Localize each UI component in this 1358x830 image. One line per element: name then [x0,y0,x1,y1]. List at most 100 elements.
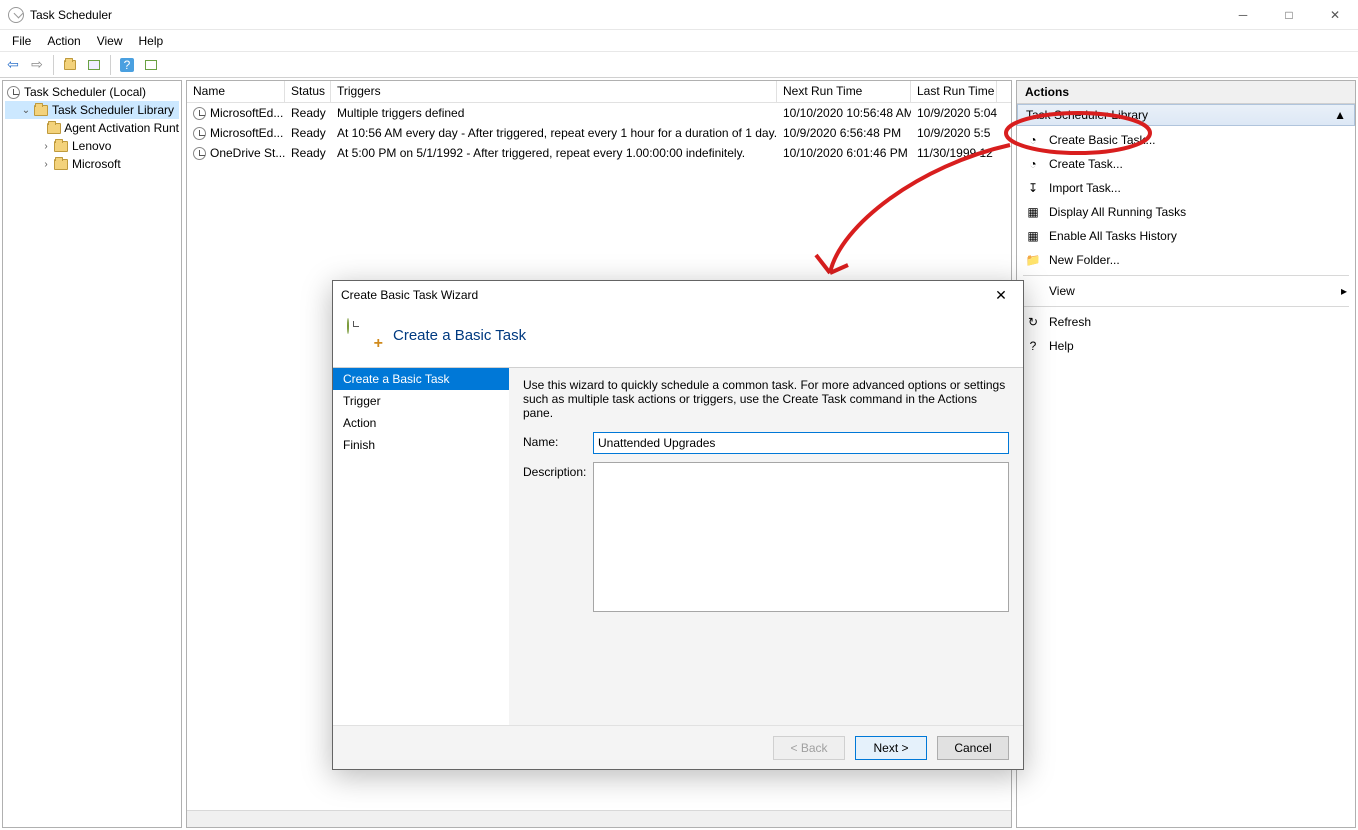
task-triggers: At 5:00 PM on 5/1/1992 - After triggered… [331,144,777,162]
action-enable-all-tasks-history[interactable]: ▦Enable All Tasks History [1017,224,1355,248]
col-last-run[interactable]: Last Run Time [911,81,997,102]
action-icon: 📁 [1025,252,1041,268]
tree-library-label: Task Scheduler Library [52,103,174,117]
collapse-icon[interactable]: ⌄ [19,105,33,116]
action-label: Create Task... [1049,157,1123,171]
action-label: Display All Running Tasks [1049,205,1186,219]
col-triggers[interactable]: Triggers [331,81,777,102]
action-label: Import Task... [1049,181,1121,195]
menubar: File Action View Help [0,30,1358,52]
action-create-task[interactable]: ◔ Create Task... [1017,152,1355,176]
titlebar: Task Scheduler ─ □ ✕ [0,0,1358,30]
cancel-button[interactable]: Cancel [937,736,1009,760]
tree-child-1[interactable]: › Lenovo [5,137,179,155]
action-icon: ▦ [1025,228,1041,244]
col-next-run[interactable]: Next Run Time [777,81,911,102]
back-button[interactable]: ⇦ [2,54,24,76]
menu-view[interactable]: View [89,32,131,50]
action-icon: ◔ [1025,132,1041,148]
tree-root[interactable]: Task Scheduler (Local) [5,83,179,101]
tree-child-label: Agent Activation Runt [64,121,179,135]
toolbar-btn-3[interactable] [140,54,162,76]
menu-help[interactable]: Help [131,32,172,50]
actions-list: ◔ Create Basic Task... ◔ Create Task... ↧ Imp… [1017,126,1355,360]
description-label: Description: [523,462,593,612]
expand-icon[interactable]: › [39,141,53,152]
step-action[interactable]: Action [333,412,509,434]
dialog-buttons: < Back Next > Cancel [333,725,1023,769]
action-display-all-running-tasks[interactable]: ▦ Display All Running Tasks [1017,200,1355,224]
step-finish[interactable]: Finish [333,434,509,456]
task-name: OneDrive St... [210,146,285,160]
tree-root-label: Task Scheduler (Local) [24,85,146,99]
action-label: View [1049,284,1075,298]
step-create[interactable]: Create a Basic Task [333,368,509,390]
folder-icon [53,138,69,154]
step-trigger[interactable]: Trigger [333,390,509,412]
tree-child-label: Microsoft [72,157,121,171]
tree-pane: Task Scheduler (Local) ⌄ Task Scheduler … [2,80,182,828]
task-row[interactable]: MicrosoftEd...ReadyMultiple triggers def… [187,103,1011,123]
horizontal-scrollbar[interactable] [187,810,1011,827]
task-next-run: 10/9/2020 6:56:48 PM [777,124,911,142]
col-status[interactable]: Status [285,81,331,102]
next-button[interactable]: Next > [855,736,927,760]
task-triggers: At 10:56 AM every day - After triggered,… [331,124,777,142]
task-name: MicrosoftEd... [210,106,283,120]
description-input[interactable] [593,462,1009,612]
menu-action[interactable]: Action [39,32,88,50]
task-row[interactable]: OneDrive St...ReadyAt 5:00 PM on 5/1/199… [187,143,1011,163]
action-create-basic-task[interactable]: ◔ Create Basic Task... [1017,128,1355,152]
toolbar: ⇦ ⇨ ? [0,52,1358,78]
collapse-icon: ▲ [1334,108,1346,122]
name-label: Name: [523,432,593,454]
task-icon [193,147,206,160]
action-import-task[interactable]: ↧ Import Task... [1017,176,1355,200]
folder-icon [47,120,61,136]
minimize-button[interactable]: ─ [1220,0,1266,30]
close-button[interactable]: ✕ [1312,0,1358,30]
menu-file[interactable]: File [4,32,39,50]
tree-library[interactable]: ⌄ Task Scheduler Library [5,101,179,119]
action-refresh[interactable]: ↻Refresh [1017,310,1355,334]
name-input[interactable] [593,432,1009,454]
action-icon: ▦ [1025,204,1041,220]
action-icon [1025,283,1041,299]
window-title: Task Scheduler [30,8,112,22]
task-row[interactable]: MicrosoftEd...ReadyAt 10:56 AM every day… [187,123,1011,143]
wizard-intro: Use this wizard to quickly schedule a co… [523,378,1009,420]
task-next-run: 10/10/2020 6:01:46 PM [777,144,911,162]
action-view[interactable]: View▸ [1017,279,1355,303]
expand-icon[interactable]: › [39,159,53,170]
back-button: < Back [773,736,845,760]
action-icon: ◔ [1025,156,1041,172]
dialog-header: Create a Basic Task [333,309,1023,367]
forward-button[interactable]: ⇨ [26,54,48,76]
action-icon: ↧ [1025,180,1041,196]
tree-child-0[interactable]: Agent Activation Runt [5,119,179,137]
col-name[interactable]: Name [187,81,285,102]
action-help[interactable]: ? Help [1017,334,1355,358]
action-icon: ? [1025,338,1041,354]
dialog-close-button[interactable]: ✕ [987,283,1015,307]
app-icon [8,7,24,23]
actions-section-label: Task Scheduler Library [1026,108,1148,122]
action-label: Create Basic Task... [1049,133,1156,147]
action-new-folder[interactable]: 📁New Folder... [1017,248,1355,272]
dialog-title: Create Basic Task Wizard [341,288,478,302]
task-status: Ready [285,124,331,142]
task-icon [193,127,206,140]
actions-section[interactable]: Task Scheduler Library ▲ [1017,104,1355,126]
actions-pane: Actions Task Scheduler Library ▲ ◔Create… [1016,80,1356,828]
action-label: Help [1049,339,1074,353]
list-header: Name Status Triggers Next Run Time Last … [187,81,1011,103]
maximize-button[interactable]: □ [1266,0,1312,30]
task-last-run: 11/30/1999 12 [911,144,997,162]
show-hide-tree-button[interactable] [59,54,81,76]
tree-child-2[interactable]: › Microsoft [5,155,179,173]
help-button[interactable]: ? [116,54,138,76]
toolbar-btn-2[interactable] [83,54,105,76]
dialog-titlebar: Create Basic Task Wizard ✕ [333,281,1023,309]
scheduler-icon [5,84,21,100]
task-status: Ready [285,144,331,162]
